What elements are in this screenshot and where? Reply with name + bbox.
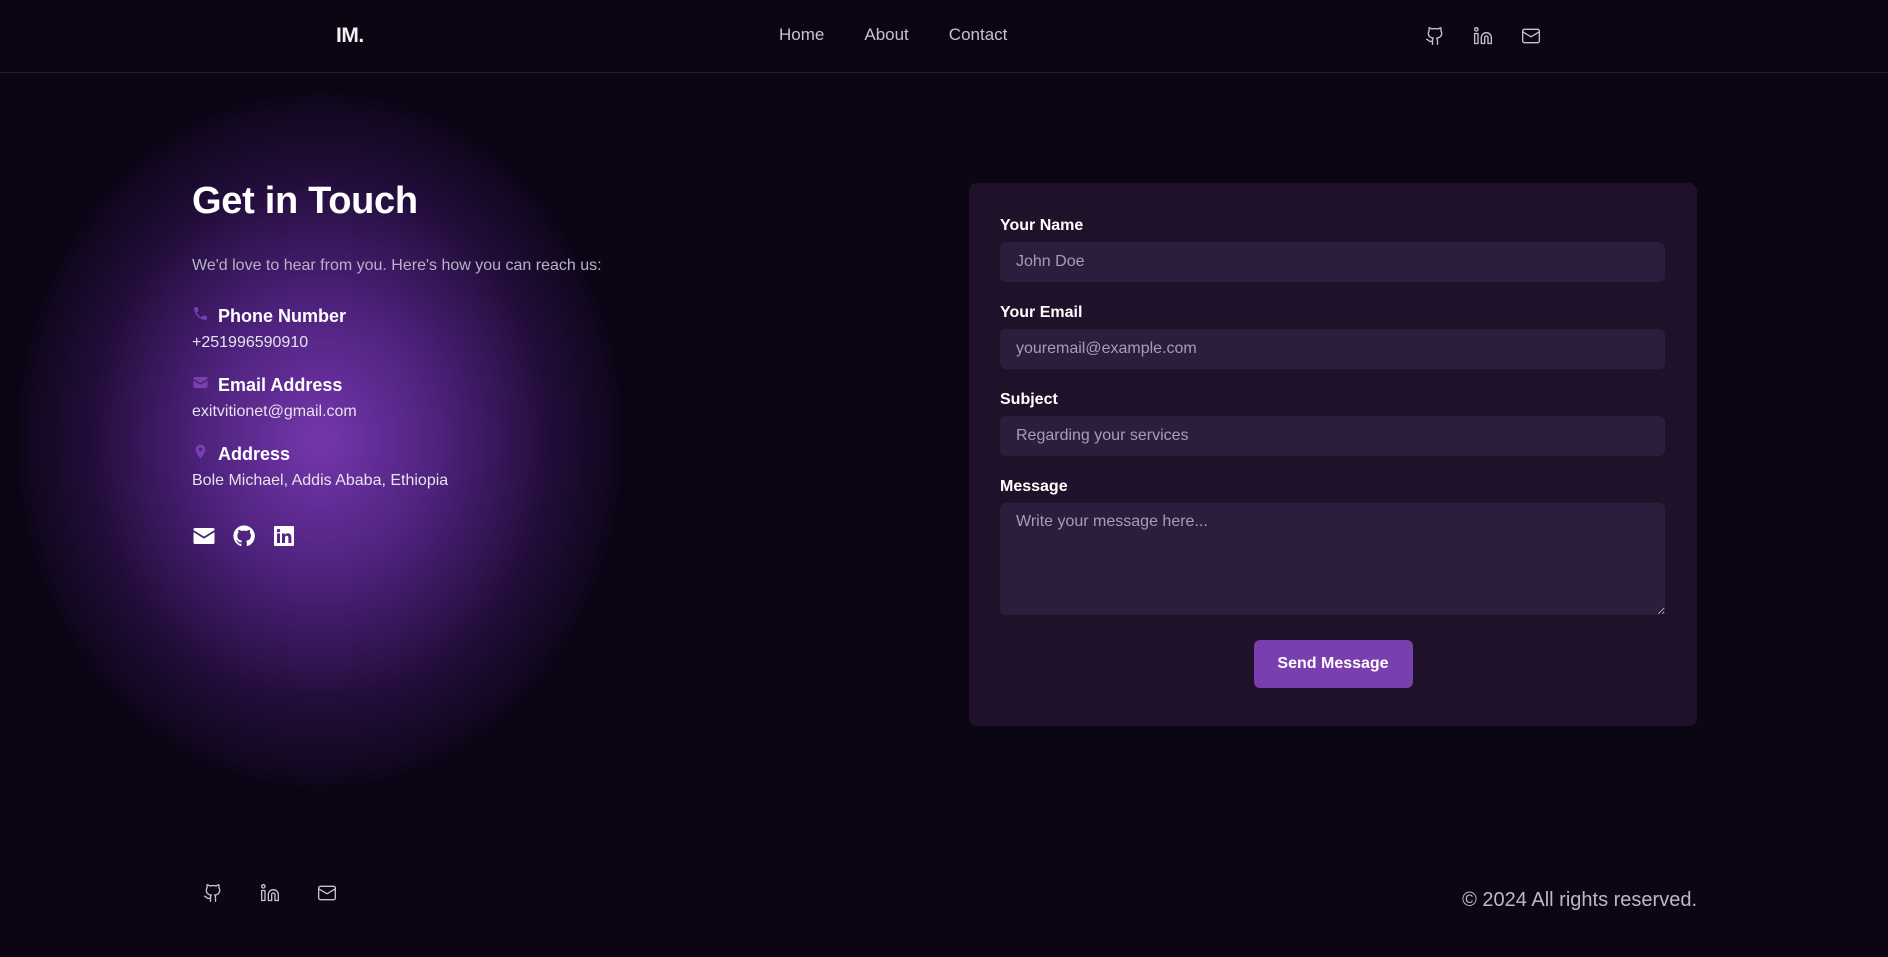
contact-form: Your Name Your Email Subject Message Sen… xyxy=(969,183,1697,726)
email-title: Email Address xyxy=(192,374,712,396)
email-input[interactable] xyxy=(1000,329,1665,369)
nav-link-contact[interactable]: Contact xyxy=(949,25,1008,45)
name-field-group: Your Name xyxy=(1000,217,1666,282)
address-label: Address xyxy=(218,443,291,464)
nav-social-icons xyxy=(1424,25,1542,47)
navbar: IM. Home About Contact xyxy=(0,0,1888,73)
nav-link-home[interactable]: Home xyxy=(779,25,824,45)
linkedin-icon[interactable] xyxy=(259,882,281,904)
phone-value: +251996590910 xyxy=(192,334,309,351)
envelope-icon[interactable] xyxy=(192,524,216,548)
github-icon[interactable] xyxy=(202,882,224,904)
location-pin-icon xyxy=(192,443,209,465)
phone-block: Phone Number +251996590910 xyxy=(192,305,712,352)
address-value: Bole Michael, Addis Ababa, Ethiopia xyxy=(192,472,449,489)
github-icon[interactable] xyxy=(232,524,256,548)
name-label: Your Name xyxy=(1000,217,1084,234)
footer-social-icons xyxy=(202,882,338,904)
nav-links: Home About Contact xyxy=(779,25,1007,45)
email-block: Email Address exitvitionet@gmail.com xyxy=(192,374,712,421)
submit-row: Send Message xyxy=(1000,640,1666,688)
linkedin-icon[interactable] xyxy=(272,524,296,548)
nav-link-about[interactable]: About xyxy=(864,25,908,45)
contact-social-icons xyxy=(192,524,712,548)
name-input[interactable] xyxy=(1000,242,1665,282)
page-title: Get in Touch xyxy=(192,180,418,222)
mail-icon[interactable] xyxy=(316,882,338,904)
subject-field-group: Subject xyxy=(1000,391,1666,456)
envelope-icon xyxy=(192,374,209,396)
phone-label: Phone Number xyxy=(218,305,347,326)
email-field-label: Your Email xyxy=(1000,304,1083,321)
email-field-group: Your Email xyxy=(1000,304,1666,369)
github-icon[interactable] xyxy=(1424,25,1446,47)
message-textarea[interactable] xyxy=(1000,503,1665,615)
phone-title: Phone Number xyxy=(192,305,712,327)
copyright-text: © 2024 All rights reserved. xyxy=(1462,889,1697,911)
send-message-button[interactable]: Send Message xyxy=(1253,640,1413,688)
email-value: exitvitionet@gmail.com xyxy=(192,403,357,420)
mail-icon[interactable] xyxy=(1520,25,1542,47)
subject-label: Subject xyxy=(1000,391,1058,408)
site-logo[interactable]: IM. xyxy=(336,24,364,48)
address-title: Address xyxy=(192,443,712,465)
address-block: Address Bole Michael, Addis Ababa, Ethio… xyxy=(192,443,712,490)
message-label: Message xyxy=(1000,478,1068,495)
contact-info: Get in Touch We'd love to hear from you.… xyxy=(192,180,712,548)
intro-text: We'd love to hear from you. Here's how y… xyxy=(192,257,602,274)
subject-input[interactable] xyxy=(1000,416,1665,456)
phone-icon xyxy=(192,305,209,327)
linkedin-icon[interactable] xyxy=(1472,25,1494,47)
message-field-group: Message xyxy=(1000,478,1666,620)
email-label: Email Address xyxy=(218,374,343,395)
